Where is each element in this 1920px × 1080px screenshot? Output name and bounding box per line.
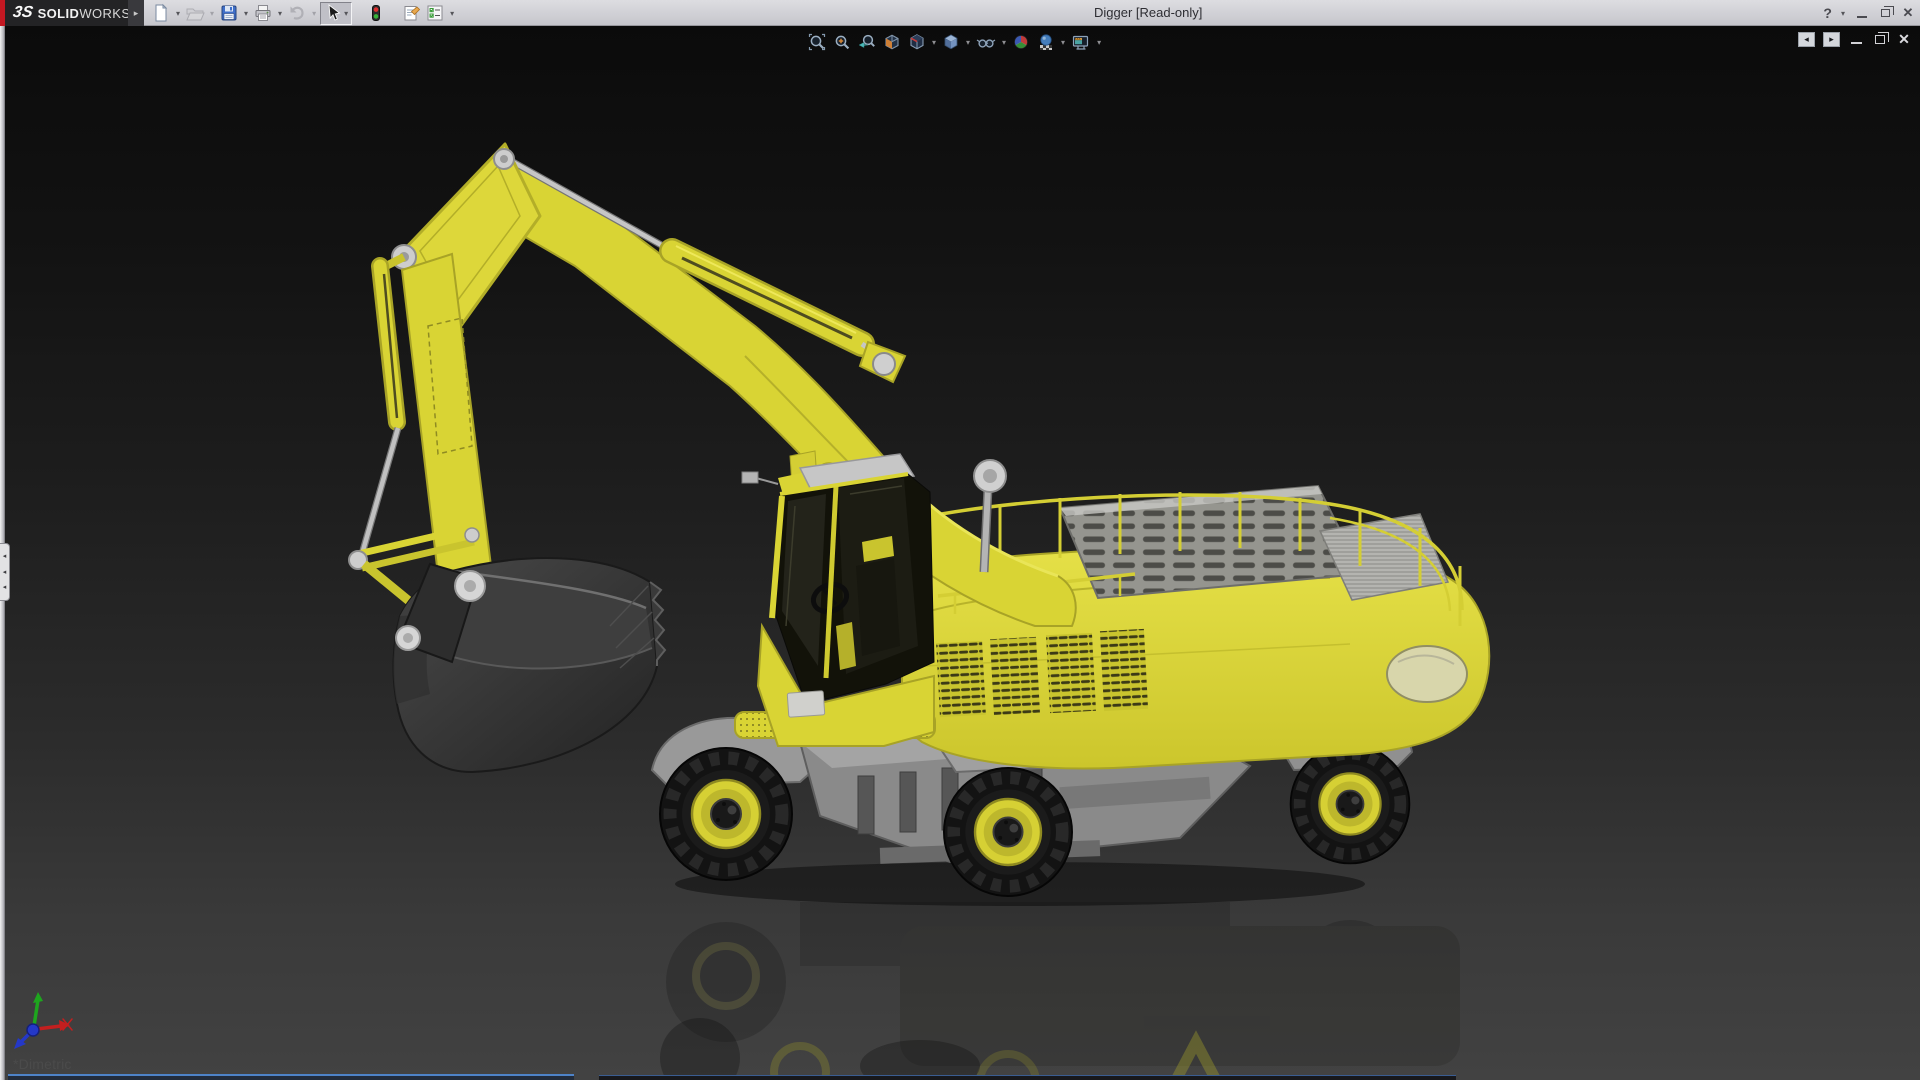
undo-dropdown-caret[interactable]: ▾ bbox=[310, 9, 318, 18]
print-document-icon bbox=[255, 5, 271, 21]
restore-icon bbox=[1880, 6, 1894, 17]
previous-view-icon bbox=[858, 34, 875, 49]
minimize-button[interactable] bbox=[1854, 5, 1870, 21]
section-view-icon bbox=[885, 34, 899, 50]
orientation-triad bbox=[14, 992, 73, 1049]
apply-scene-button[interactable] bbox=[1035, 30, 1057, 54]
brand-name-light: WORKS bbox=[79, 5, 131, 21]
document-window-controls: ◂ ▸ ✕ bbox=[1798, 31, 1912, 47]
section-view-button[interactable] bbox=[881, 30, 903, 54]
document-close-button[interactable]: ✕ bbox=[1896, 31, 1912, 47]
collapse-arrow-icon: ◂ bbox=[2, 552, 7, 560]
boom-lower bbox=[454, 155, 1077, 627]
select-dropdown-caret[interactable]: ▾ bbox=[342, 9, 350, 18]
zoom-to-area-icon bbox=[835, 35, 850, 50]
digger-3d-model[interactable] bbox=[0, 26, 1920, 1080]
collapse-arrow-icon: ◂ bbox=[2, 568, 7, 576]
new-document-icon bbox=[155, 3, 168, 22]
new-document-button[interactable] bbox=[150, 2, 172, 24]
solidworks-logo: 3S SOLID WORKS bbox=[5, 0, 131, 26]
undo-button[interactable] bbox=[286, 2, 308, 24]
stoplight-icon bbox=[372, 5, 381, 21]
wheel-rear-right bbox=[1291, 745, 1410, 864]
brand-name-bold: SOLID bbox=[37, 5, 80, 21]
close-button[interactable]: ✕ bbox=[1900, 5, 1916, 21]
document-minimize-button[interactable] bbox=[1848, 31, 1864, 47]
collapse-arrow-icon: ◂ bbox=[2, 584, 7, 592]
rebuild-stoplight-button[interactable] bbox=[366, 2, 386, 24]
select-tool-button[interactable]: ▾ bbox=[320, 1, 353, 25]
apply-scene-icon bbox=[1040, 34, 1053, 50]
help-button[interactable]: ? bbox=[1823, 5, 1832, 21]
view-orientation-label: *Dimetric bbox=[13, 1056, 72, 1072]
undo-icon bbox=[290, 6, 304, 20]
edit-appearance-icon bbox=[1014, 35, 1028, 49]
hide-show-items-button[interactable] bbox=[974, 30, 998, 54]
standard-toolbar: ▾ ▾ ▾ ▾ ▾ ▾ ▾ bbox=[150, 1, 456, 25]
3ds-logo-icon: 3S bbox=[11, 4, 35, 21]
headsup-view-toolbar: ▾ ▾ ▾ ▾ ▾ bbox=[806, 29, 1102, 55]
document-minimize-icon bbox=[1850, 42, 1862, 44]
view-orientation-caret[interactable]: ▾ bbox=[931, 38, 937, 47]
edit-appearance-button[interactable] bbox=[1010, 30, 1032, 54]
display-style-caret[interactable]: ▾ bbox=[965, 38, 971, 47]
view-orientation-button[interactable] bbox=[906, 30, 928, 54]
save-document-icon bbox=[221, 5, 237, 21]
document-restore-icon bbox=[1875, 31, 1889, 44]
view-settings-icon bbox=[1072, 35, 1089, 50]
help-dropdown-caret[interactable]: ▾ bbox=[1839, 9, 1847, 18]
bucket bbox=[392, 557, 667, 774]
panel-collapse-tab[interactable]: ◂ ◂ ◂ bbox=[0, 543, 10, 601]
options-button[interactable] bbox=[424, 2, 446, 24]
view-orientation-icon bbox=[910, 34, 924, 50]
zoom-to-area-button[interactable] bbox=[831, 30, 853, 54]
select-cursor-icon bbox=[328, 4, 341, 21]
hide-show-items-caret[interactable]: ▾ bbox=[1001, 38, 1007, 47]
print-document-button[interactable] bbox=[252, 2, 274, 24]
expand-right-pane-button[interactable]: ▸ bbox=[1823, 31, 1840, 47]
pane-right-arrow-icon: ▸ bbox=[1829, 33, 1834, 44]
taskbar-edge-segment-right[interactable] bbox=[599, 1075, 1456, 1080]
save-document-button[interactable] bbox=[218, 2, 240, 24]
document-restore-button[interactable] bbox=[1872, 31, 1889, 47]
zoom-to-fit-icon bbox=[808, 33, 826, 51]
options-icon bbox=[427, 5, 443, 21]
new-dropdown-caret[interactable]: ▾ bbox=[174, 9, 182, 18]
apply-scene-caret[interactable]: ▾ bbox=[1060, 38, 1066, 47]
minimize-icon bbox=[1857, 15, 1867, 18]
save-dropdown-caret[interactable]: ▾ bbox=[242, 9, 250, 18]
hide-show-items-icon bbox=[976, 39, 996, 48]
window-title: Digger [Read-only] bbox=[1094, 5, 1203, 20]
print-dropdown-caret[interactable]: ▾ bbox=[276, 9, 284, 18]
window-controls: ? ▾ ✕ bbox=[1823, 0, 1916, 26]
file-properties-icon bbox=[404, 6, 421, 21]
zoom-to-fit-button[interactable] bbox=[806, 30, 828, 54]
graphics-viewport[interactable]: ▾ ▾ ▾ ▾ ▾ ◂ ▸ ✕ ◂ ◂ ◂ *Dimetric bbox=[0, 26, 1920, 1080]
view-settings-button[interactable] bbox=[1069, 30, 1093, 54]
open-dropdown-caret[interactable]: ▾ bbox=[208, 9, 216, 18]
floor-reflection bbox=[666, 902, 1460, 1066]
file-properties-button[interactable] bbox=[400, 2, 422, 24]
pane-left-arrow-icon: ◂ bbox=[1804, 33, 1809, 44]
open-document-icon bbox=[186, 8, 205, 21]
close-icon: ✕ bbox=[1902, 5, 1914, 20]
display-style-button[interactable] bbox=[940, 30, 962, 54]
display-style-icon bbox=[944, 34, 958, 50]
menu-flyout-arrow[interactable]: ▸ bbox=[128, 0, 144, 26]
expand-left-pane-button[interactable]: ◂ bbox=[1798, 31, 1815, 47]
taskbar-edge-segment-left[interactable] bbox=[8, 1074, 574, 1080]
cab bbox=[741, 450, 935, 747]
options-dropdown-caret[interactable]: ▾ bbox=[448, 9, 456, 18]
view-settings-caret[interactable]: ▾ bbox=[1096, 38, 1102, 47]
flyout-arrow-icon: ▸ bbox=[133, 7, 139, 18]
wheel-front-left bbox=[660, 748, 792, 880]
open-document-button[interactable] bbox=[184, 2, 206, 24]
wheel-front-right bbox=[944, 768, 1072, 896]
restore-button[interactable] bbox=[1877, 5, 1894, 21]
title-bar: 3S SOLID WORKS ▸ ▾ ▾ ▾ ▾ ▾ ▾ ▾ Digger [R… bbox=[0, 0, 1920, 26]
previous-view-button[interactable] bbox=[856, 30, 878, 54]
document-close-icon: ✕ bbox=[1898, 30, 1910, 47]
